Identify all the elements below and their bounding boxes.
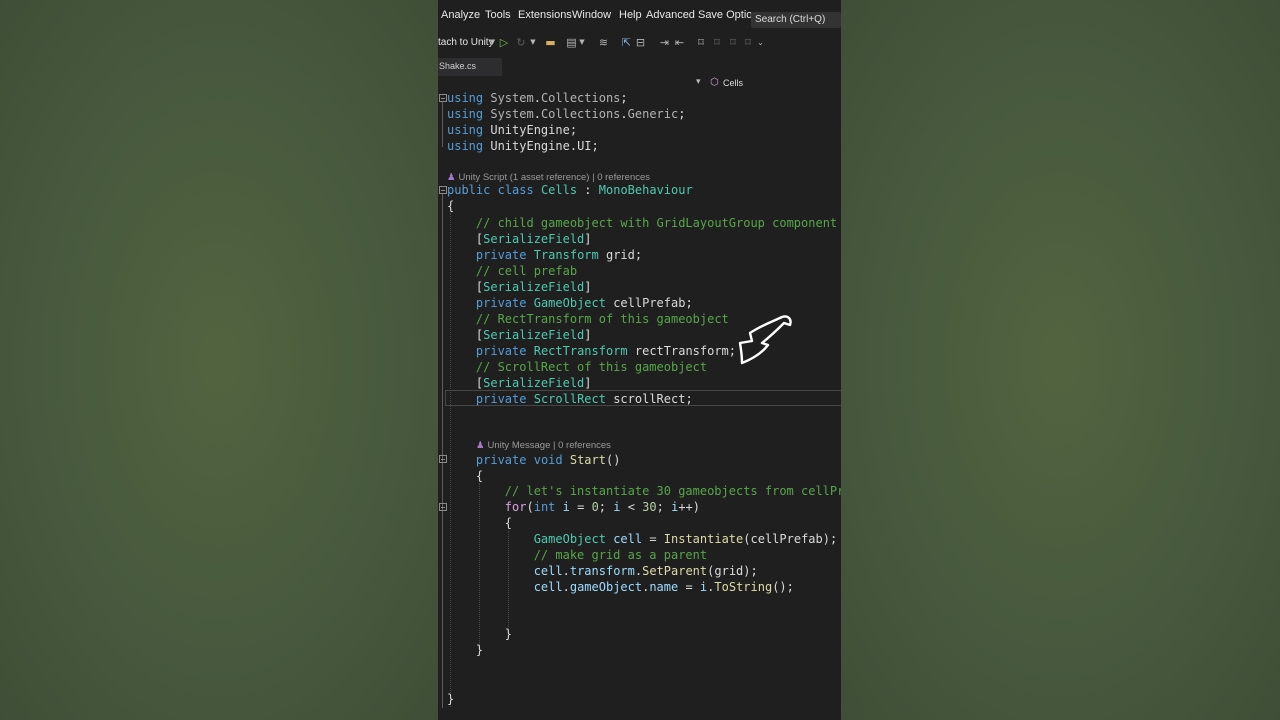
code-line[interactable]: { bbox=[447, 468, 483, 484]
code-line[interactable]: using System.Collections; bbox=[447, 90, 628, 106]
document-tab-strip: Shake.cs bbox=[438, 58, 841, 78]
indent-icon[interactable]: ⇥ bbox=[658, 36, 671, 49]
play-icon[interactable]: ▷ bbox=[498, 36, 510, 49]
next-bookmark-icon[interactable]: ⌑ bbox=[727, 36, 739, 49]
code-line[interactable]: private RectTransform rectTransform; bbox=[447, 343, 736, 359]
clear-bookmark-icon[interactable]: ⌑ bbox=[742, 36, 754, 49]
menu-analyze[interactable]: Analyze bbox=[441, 9, 480, 21]
document-tab-label: Shake.cs bbox=[439, 61, 477, 71]
prev-bookmark-icon[interactable]: ⌑ bbox=[711, 36, 723, 49]
menu-help[interactable]: Help bbox=[619, 9, 642, 21]
document-tab[interactable]: Shake.cs bbox=[438, 58, 502, 76]
toolbar: tach to Unity ▼ ▷ ↻ ▼ ▬ ▤ ▼ ≋ ⇱ ⊟ ⇥ ⇤ ⌑ … bbox=[438, 32, 841, 54]
menu-window[interactable]: Window bbox=[572, 9, 611, 21]
unity-icon: ♟ bbox=[476, 440, 485, 451]
dropdown-caret-icon[interactable]: ▼ bbox=[579, 36, 585, 49]
open-folder-icon[interactable]: ▬ bbox=[544, 36, 557, 49]
format-icon[interactable]: ≋ bbox=[597, 36, 610, 49]
fold-toggle-icon[interactable] bbox=[439, 455, 447, 463]
code-line[interactable]: } bbox=[447, 691, 454, 707]
code-line[interactable]: // make grid as a parent bbox=[447, 547, 707, 563]
refresh-icon[interactable]: ↻ bbox=[515, 36, 527, 49]
fold-toggle-icon[interactable] bbox=[439, 186, 447, 194]
code-line[interactable]: private GameObject cellPrefab; bbox=[447, 295, 693, 311]
class-icon: ⬡ bbox=[710, 77, 719, 88]
code-line[interactable]: // cell prefab bbox=[447, 263, 577, 279]
code-line[interactable]: { bbox=[447, 198, 454, 214]
class-selector[interactable]: Cells bbox=[723, 78, 743, 88]
menu-extensions[interactable]: Extensions bbox=[518, 9, 572, 21]
code-line[interactable]: [SerializeField] bbox=[447, 327, 592, 343]
code-editor[interactable]: ♟ Unity Script (1 asset reference) | 0 re… bbox=[438, 91, 841, 720]
breakpoint-icon[interactable]: ⊟ bbox=[634, 36, 647, 49]
code-line[interactable]: public class Cells : MonoBehaviour bbox=[447, 182, 693, 198]
code-line[interactable]: // ScrollRect of this gameobject bbox=[447, 359, 707, 375]
method-codelens[interactable]: ♟ Unity Message | 0 references bbox=[476, 439, 611, 453]
code-line[interactable]: using System.Collections.Generic; bbox=[447, 106, 685, 122]
code-line[interactable]: } bbox=[447, 642, 483, 658]
code-line[interactable]: cell.gameObject.name = i.ToString(); bbox=[447, 579, 794, 595]
code-line[interactable]: using UnityEngine; bbox=[447, 122, 577, 138]
outline-bar bbox=[442, 102, 443, 147]
bookmark-icon[interactable]: ⌑ bbox=[695, 36, 707, 49]
method-codelens-text: Unity Message | 0 references bbox=[487, 440, 611, 451]
fold-toggle-icon[interactable] bbox=[439, 94, 447, 102]
code-line[interactable]: private ScrollRect scrollRect; bbox=[447, 391, 693, 407]
search-placeholder: Search (Ctrl+Q) bbox=[755, 14, 826, 25]
save-all-icon[interactable]: ▤ bbox=[565, 36, 578, 49]
code-line[interactable]: { bbox=[447, 515, 512, 531]
menu-tools[interactable]: Tools bbox=[485, 9, 511, 21]
fold-toggle-icon[interactable] bbox=[439, 503, 447, 511]
outdent-icon[interactable]: ⇤ bbox=[673, 36, 686, 49]
attach-to-unity-button[interactable]: tach to Unity bbox=[438, 37, 494, 48]
visual-studio-window: Analyze Tools Extensions Window Help Adv… bbox=[438, 0, 841, 720]
code-line[interactable]: private Transform grid; bbox=[447, 247, 642, 263]
code-line[interactable]: [SerializeField] bbox=[447, 279, 592, 295]
search-input[interactable]: Search (Ctrl+Q) bbox=[751, 12, 841, 28]
right-background bbox=[841, 0, 1280, 720]
code-line[interactable]: using UnityEngine.UI; bbox=[447, 138, 599, 154]
step-icon[interactable]: ⇱ bbox=[620, 36, 633, 49]
dropdown-caret-icon[interactable]: ▼ bbox=[530, 36, 536, 49]
code-line[interactable]: [SerializeField] bbox=[447, 375, 592, 391]
code-line[interactable]: cell.transform.SetParent(grid); bbox=[447, 563, 758, 579]
code-line[interactable]: [SerializeField] bbox=[447, 231, 592, 247]
chevron-down-icon[interactable]: ▾ bbox=[696, 77, 701, 87]
code-line[interactable]: // RectTransform of this gameobject bbox=[447, 311, 729, 327]
menu-bar: Analyze Tools Extensions Window Help Adv… bbox=[438, 0, 841, 32]
code-line[interactable]: // child gameobject with GridLayoutGroup… bbox=[447, 215, 837, 231]
code-line[interactable]: for(int i = 0; i < 30; i++) bbox=[447, 499, 700, 515]
code-line[interactable]: GameObject cell = Instantiate(cellPrefab… bbox=[447, 531, 837, 547]
code-line[interactable]: private void Start() bbox=[447, 452, 621, 468]
annotation-arrow-icon bbox=[738, 315, 792, 365]
left-background bbox=[0, 0, 438, 720]
code-line[interactable]: } bbox=[447, 626, 512, 642]
outline-bar bbox=[442, 194, 443, 708]
dropdown-caret-icon[interactable]: ▼ bbox=[489, 36, 496, 49]
overflow-icon[interactable]: ⌄ bbox=[757, 36, 764, 49]
code-line[interactable]: // let's instantiate 30 gameobjects from… bbox=[447, 483, 841, 499]
